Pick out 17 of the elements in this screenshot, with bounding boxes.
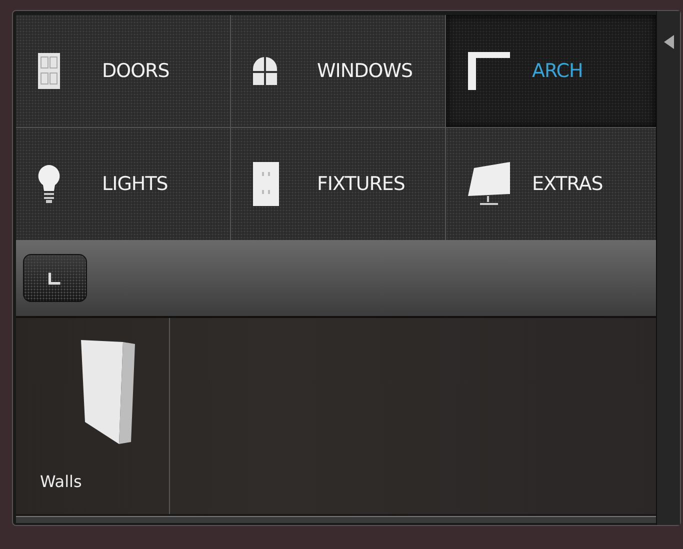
window-icon <box>253 57 277 85</box>
corner-icon <box>468 52 510 90</box>
category-tab[interactable]: DOORS <box>16 15 230 127</box>
corner-icon <box>48 271 62 285</box>
lightbulb-icon <box>38 165 60 203</box>
corner-button[interactable] <box>23 254 87 302</box>
category-tab[interactable]: FIXTURES <box>231 128 445 240</box>
category-tab[interactable]: EXTRAS <box>446 128 656 240</box>
door-icon <box>38 53 60 89</box>
item-tile[interactable]: Walls <box>16 318 170 514</box>
outlet-icon <box>253 162 279 206</box>
monitor-icon <box>468 162 510 206</box>
category-tab[interactable]: ARCH <box>446 15 656 127</box>
category-tab[interactable]: WINDOWS <box>231 15 445 127</box>
wall-icon <box>80 338 134 444</box>
collapse-arrow-icon[interactable] <box>664 35 674 49</box>
category-tab[interactable]: LIGHTS <box>16 128 230 240</box>
